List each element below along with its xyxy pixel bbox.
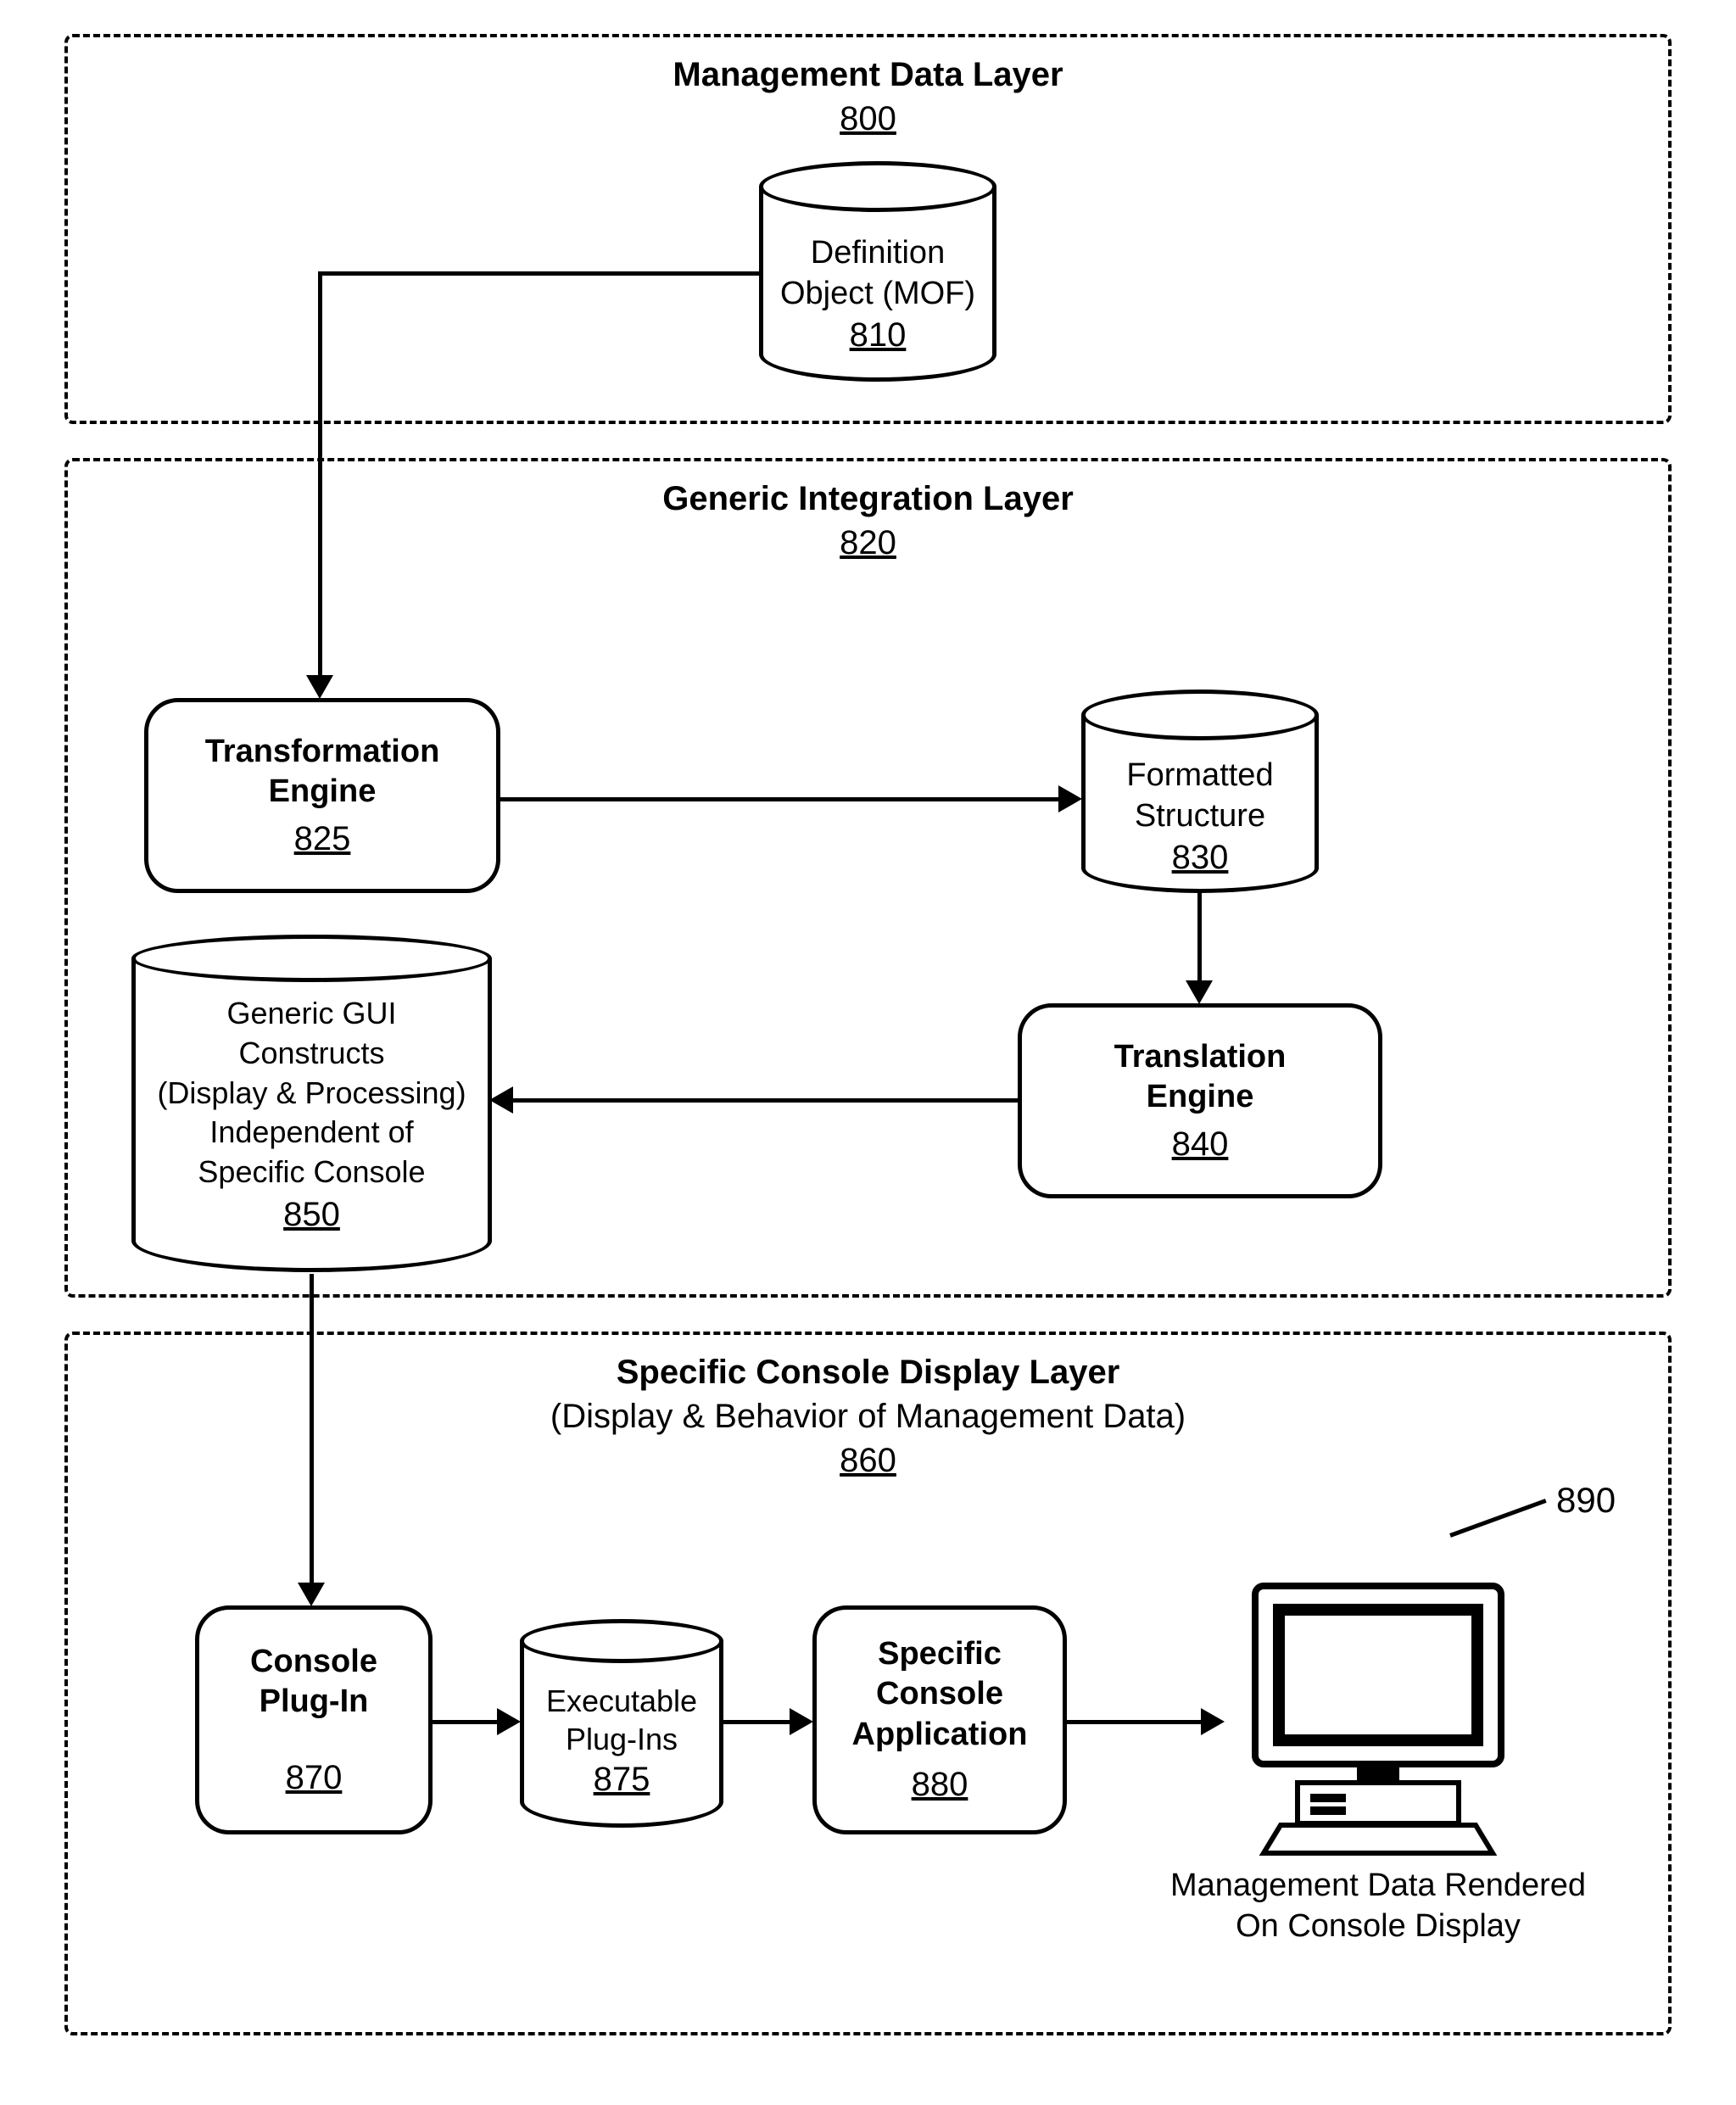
layer2-ref: 820: [840, 524, 896, 561]
generic-gui-l5: Specific Console: [198, 1154, 425, 1189]
arrow-left-icon: [489, 1086, 513, 1114]
layer1-title: Management Data Layer 800: [68, 53, 1668, 146]
formatted-structure-l1: Formatted: [1126, 757, 1273, 793]
specific-console-app-l3: Application: [852, 1715, 1028, 1756]
console-plugin-box: Console Plug-In 870: [195, 1605, 433, 1834]
arrow-right-icon: [497, 1708, 521, 1735]
rendered-caption: Management Data Rendered On Console Disp…: [1128, 1866, 1628, 1946]
executable-plugins-l2: Plug-Ins: [566, 1722, 678, 1756]
formatted-structure-l2: Structure: [1135, 798, 1265, 834]
specific-console-app-ref: 880: [912, 1763, 968, 1806]
generic-gui-l3: (Display & Processing): [157, 1075, 466, 1110]
connector: [1197, 892, 1202, 982]
rendered-caption-l2: On Console Display: [1236, 1908, 1521, 1944]
layer1-ref: 800: [840, 100, 896, 137]
generic-gui-l1: Generic GUI: [226, 996, 396, 1030]
arrow-right-icon: [1058, 785, 1082, 812]
monitor-icon: [1230, 1561, 1527, 1857]
layer1-title-text: Management Data Layer: [673, 56, 1063, 93]
arrow-down-icon: [1186, 980, 1213, 1004]
console-plugin-l2: Plug-In: [260, 1682, 369, 1723]
layer3-title-text: Specific Console Display Layer: [617, 1354, 1120, 1391]
monitor-ref-label: 890: [1556, 1480, 1616, 1521]
console-plugin-l1: Console: [250, 1642, 377, 1683]
transformation-engine-l2: Engine: [269, 772, 377, 812]
definition-object-cylinder: Definition Object (MOF) 810: [759, 187, 996, 382]
generic-gui-cylinder: Generic GUI Constructs (Display & Proces…: [131, 958, 492, 1272]
transformation-engine-l1: Transformation: [205, 732, 440, 773]
executable-plugins-cylinder: Executable Plug-Ins 875: [520, 1641, 723, 1828]
layer3-title: Specific Console Display Layer (Display …: [68, 1350, 1668, 1488]
translation-engine-l2: Engine: [1147, 1077, 1254, 1118]
transformation-engine-ref: 825: [294, 818, 351, 860]
generic-gui-l4: Independent of: [209, 1114, 413, 1149]
layer3-ref: 860: [840, 1442, 896, 1479]
transformation-engine-box: Transformation Engine 825: [144, 698, 500, 893]
console-plugin-ref: 870: [286, 1756, 343, 1799]
generic-gui-ref: 850: [283, 1196, 340, 1233]
definition-object-ref: 810: [850, 316, 907, 354]
arrow-right-icon: [790, 1708, 813, 1735]
definition-object-label1: Definition: [811, 235, 945, 271]
diagram-canvas: Management Data Layer 800 Definition Obj…: [0, 0, 1736, 2105]
layer2-title-text: Generic Integration Layer: [662, 480, 1074, 517]
formatted-structure-cylinder: Formatted Structure 830: [1081, 715, 1319, 893]
translation-engine-box: Translation Engine 840: [1018, 1003, 1382, 1198]
specific-console-app-l2: Console: [876, 1674, 1003, 1715]
connector: [433, 1720, 499, 1724]
translation-engine-ref: 840: [1172, 1123, 1229, 1165]
layer3-subtitle: (Display & Behavior of Management Data): [550, 1398, 1186, 1435]
translation-engine-l1: Translation: [1114, 1037, 1287, 1078]
generic-gui-l2: Constructs: [238, 1036, 384, 1070]
formatted-structure-ref: 830: [1172, 839, 1229, 876]
specific-console-app-box: Specific Console Application 880: [812, 1605, 1067, 1834]
executable-plugins-l1: Executable: [546, 1683, 697, 1718]
connector: [1067, 1720, 1203, 1724]
layer2-title: Generic Integration Layer 820: [68, 477, 1668, 570]
arrow-right-icon: [1201, 1708, 1225, 1735]
specific-console-app-l1: Specific: [878, 1634, 1002, 1675]
definition-object-label2: Object (MOF): [780, 276, 975, 311]
connector: [513, 1098, 1018, 1103]
executable-plugins-ref: 875: [594, 1761, 650, 1798]
connector: [723, 1720, 791, 1724]
connector: [318, 271, 759, 276]
connector: [500, 797, 1060, 801]
rendered-caption-l1: Management Data Rendered: [1170, 1868, 1586, 1903]
